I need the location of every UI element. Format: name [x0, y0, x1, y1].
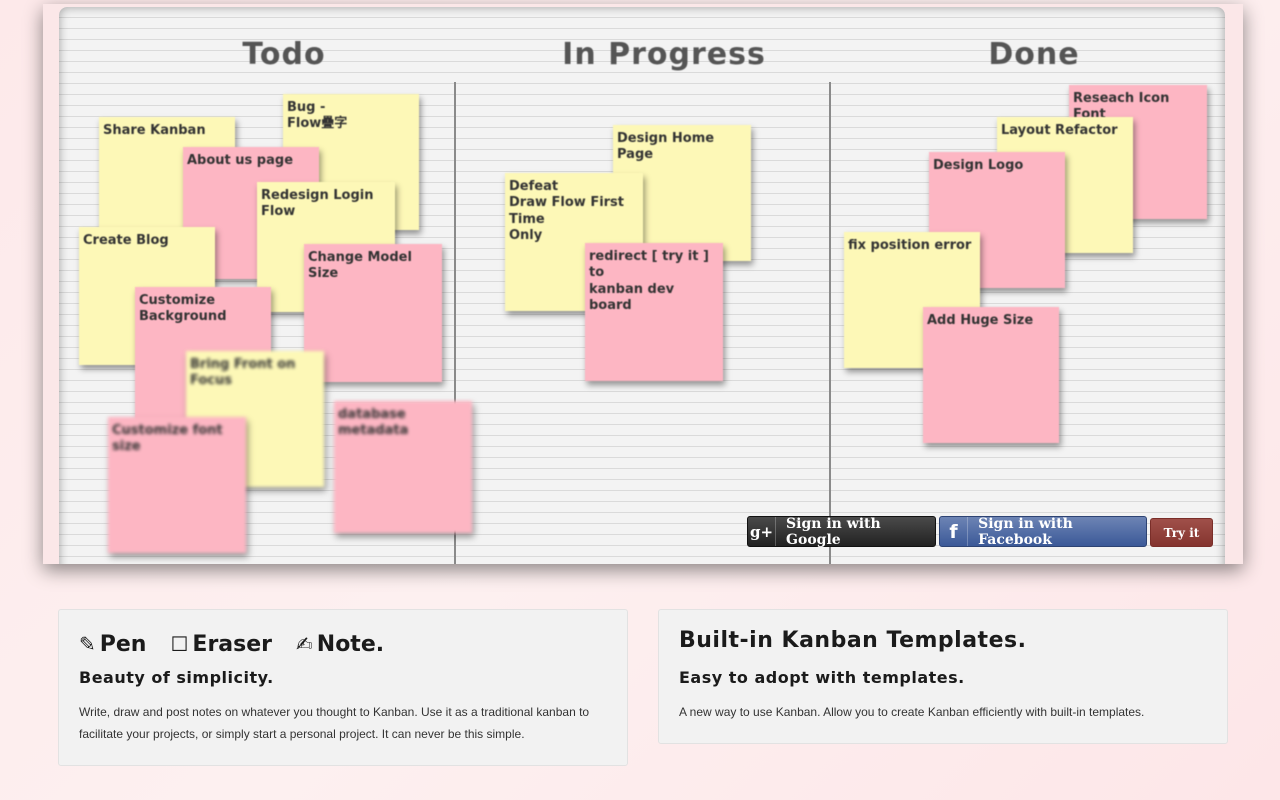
sticky-note[interactable]: redirect [ try it ] to kanban dev board — [585, 243, 723, 381]
try-it-button[interactable]: Try it — [1150, 518, 1213, 547]
tool-note-label: Note. — [316, 631, 385, 657]
feature-panel-templates: Built-in Kanban Templates. Easy to adopt… — [658, 609, 1228, 744]
sign-in-google-label: Sign in with Google — [786, 515, 881, 548]
column-title-done: Done — [988, 37, 1080, 72]
tool-list: ✎ Pen ☐ Eraser ✍ Note. — [79, 628, 607, 660]
feature-subtitle: Beauty of simplicity. — [79, 668, 274, 687]
tool-eraser: ☐ Eraser — [170, 632, 272, 657]
feature-panel-simplicity: ✎ Pen ☐ Eraser ✍ Note. Beauty of simplic… — [58, 609, 628, 766]
column-title-in-progress: In Progress — [562, 37, 766, 72]
tool-pen: ✎ Pen — [79, 632, 146, 657]
sign-in-facebook-button[interactable]: f Sign in with Facebook — [939, 515, 1147, 548]
edit-icon: ✍ — [296, 632, 313, 656]
tool-eraser-label: Eraser — [192, 631, 273, 657]
board-paper: Todo In Progress Done Share Kanban Bug -… — [59, 7, 1225, 564]
column-title-todo: Todo — [242, 37, 326, 72]
sign-in-google-button[interactable]: g+ Sign in with Google — [747, 515, 936, 548]
tool-note: ✍ Note. — [296, 632, 384, 657]
column-divider — [829, 82, 831, 564]
kanban-board-preview: Todo In Progress Done Share Kanban Bug -… — [43, 4, 1243, 564]
feature-description: Write, draw and post notes on whatever y… — [79, 705, 590, 741]
sticky-note[interactable]: Change Model Size — [304, 244, 442, 382]
pencil-icon: ✎ — [79, 632, 96, 656]
square-icon: ☐ — [170, 632, 189, 656]
sticky-note[interactable]: Add Huge Size — [923, 307, 1059, 443]
sign-in-facebook-label: Sign in with Facebook — [978, 515, 1073, 548]
google-plus-icon: g+ — [748, 517, 777, 546]
feature-title: Built-in Kanban Templates. — [679, 628, 1027, 653]
sticky-note[interactable]: Customize font size — [108, 417, 246, 553]
sticky-note[interactable]: database metadata — [334, 401, 472, 533]
feature-description: A new way to use Kanban. Allow you to cr… — [679, 705, 1145, 719]
facebook-icon: f — [940, 517, 969, 546]
feature-subtitle: Easy to adopt with templates. — [679, 668, 965, 687]
tool-pen-label: Pen — [99, 631, 147, 657]
